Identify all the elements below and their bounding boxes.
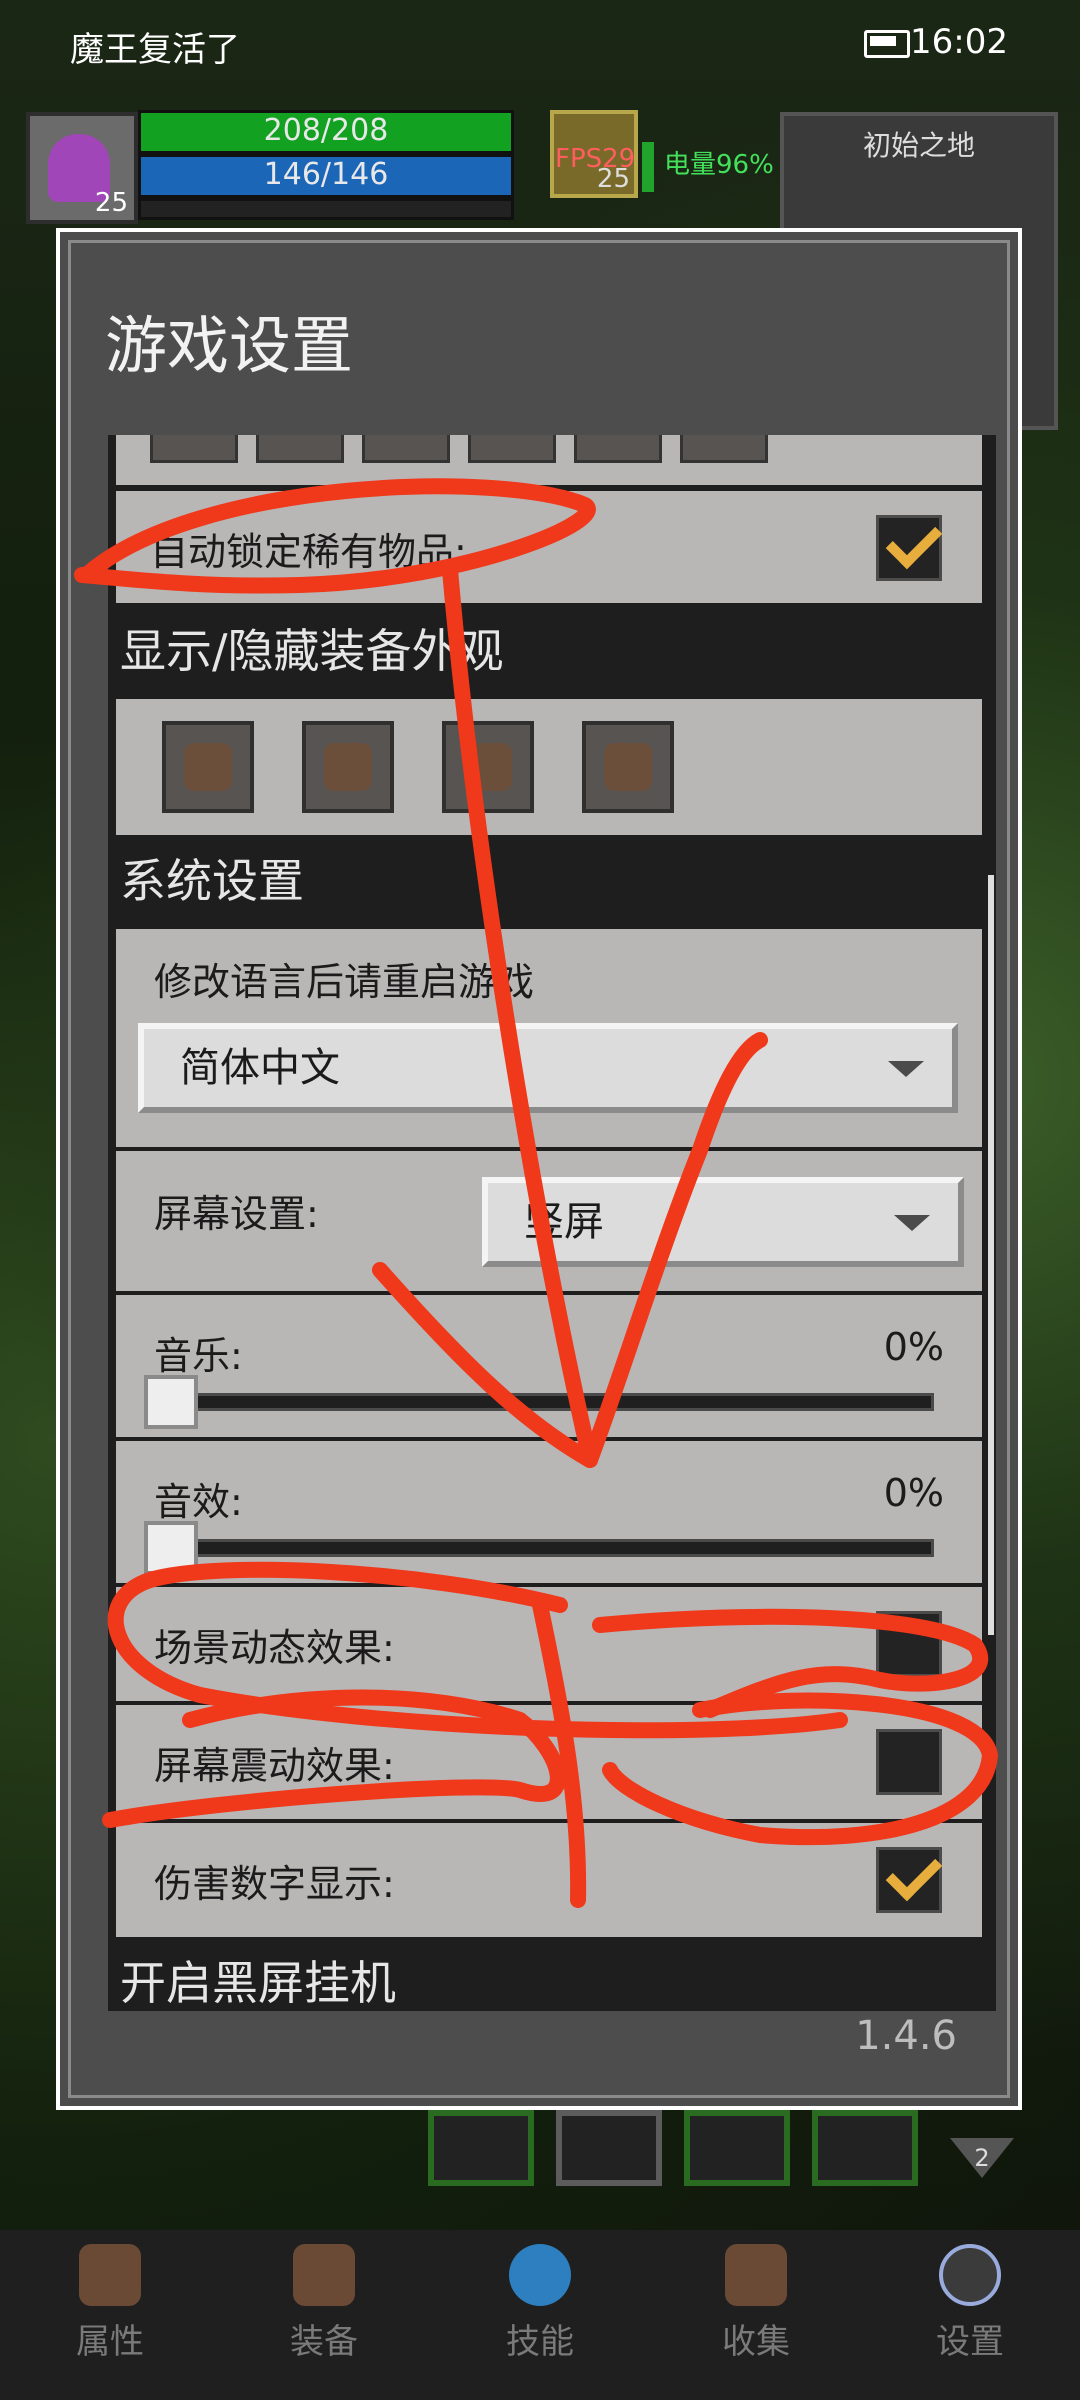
hp-bar: 208/208 — [138, 110, 514, 154]
map-name: 初始之地 — [862, 129, 975, 162]
skill-slot-icon[interactable] — [556, 2110, 662, 2186]
helmet-visibility-icon[interactable] — [162, 721, 254, 813]
skill-bar — [0, 2110, 1080, 2190]
equipment-slot-strip — [116, 435, 982, 485]
dialog-title: 游戏设置 — [105, 309, 354, 382]
scene-effects-row: 场景动态效果: — [116, 1587, 982, 1701]
fps-counter: FPS29 — [555, 144, 636, 174]
music-row: 音乐: 0% — [116, 1295, 982, 1437]
gloves-visibility-icon[interactable] — [442, 721, 534, 813]
language-select[interactable]: 简体中文 — [138, 1023, 958, 1113]
music-slider-handle[interactable] — [144, 1375, 198, 1429]
scrollbar[interactable] — [988, 875, 994, 1635]
screen-orientation-value: 竖屏 — [524, 1199, 604, 1245]
boots-visibility-icon[interactable] — [582, 721, 674, 813]
bottom-nav: 属性 装备 技能 收集 设置 — [0, 2230, 1080, 2400]
screen-shake-checkbox[interactable] — [876, 1729, 942, 1795]
nav-item-attributes[interactable]: 属性 — [50, 2244, 170, 2384]
game-settings-dialog: 游戏设置 自动锁定稀有物品: 显示/隐藏装备外观 系统设置 修改语言后请重启游戏… — [56, 228, 1022, 2110]
energy-bar — [642, 142, 654, 192]
chevron-down-icon — [894, 1215, 930, 1231]
section-display-equipment: 显示/隐藏装备外观 — [116, 607, 982, 695]
app-name: 魔王复活了 — [70, 30, 240, 70]
settings-scroll-panel[interactable]: 自动锁定稀有物品: 显示/隐藏装备外观 系统设置 修改语言后请重启游戏 简体中文 — [108, 435, 996, 2011]
mp-bar: 146/146 — [138, 154, 514, 198]
nav-item-skills[interactable]: 技能 — [480, 2244, 600, 2384]
screen-shake-row: 屏幕震动效果: — [116, 1705, 982, 1819]
equip-slot[interactable] — [468, 435, 556, 463]
damage-numbers-row: 伤害数字显示: — [116, 1823, 982, 1937]
music-label: 音乐: — [154, 1334, 243, 1378]
nav-label: 装备 — [290, 2322, 358, 2362]
music-slider[interactable] — [144, 1393, 934, 1411]
battery-readout: 电量96% — [664, 150, 774, 180]
language-hint: 修改语言后请重启游戏 — [154, 960, 535, 1004]
book-icon — [725, 2244, 787, 2306]
scene-effects-checkbox[interactable] — [876, 1611, 942, 1677]
nav-item-collection[interactable]: 收集 — [696, 2244, 816, 2384]
checkmark-icon — [885, 512, 943, 570]
player-level: 25 — [94, 188, 128, 218]
equip-slot[interactable] — [680, 435, 768, 463]
chevron-down-icon — [888, 1061, 924, 1077]
bag-icon — [293, 2244, 355, 2306]
clock: 16:02 — [910, 22, 1008, 62]
xp-bar — [138, 198, 514, 220]
skill-slot-icon[interactable] — [812, 2110, 918, 2186]
music-value: 0% — [883, 1325, 944, 1369]
equipment-visibility-row — [116, 699, 982, 835]
nav-label: 收集 — [722, 2322, 790, 2362]
game-hud: 25 208/208 146/146 25 FPS29 电量96% 初始之地 — [0, 100, 1080, 430]
language-row: 修改语言后请重启游戏 简体中文 — [116, 929, 982, 1147]
sfx-slider[interactable] — [144, 1539, 934, 1557]
auto-lock-rare-checkbox[interactable] — [876, 512, 943, 581]
battery-icon — [864, 30, 910, 58]
nav-item-equipment[interactable]: 装备 — [264, 2244, 384, 2384]
equip-slot[interactable] — [574, 435, 662, 463]
sfx-value: 0% — [883, 1471, 944, 1515]
nav-label: 属性 — [76, 2322, 144, 2362]
skill-slot-icon[interactable] — [428, 2110, 534, 2186]
auto-lock-rare-row: 自动锁定稀有物品: — [116, 491, 982, 603]
helmet-icon — [79, 2244, 141, 2306]
section-system-settings: 系统设置 — [116, 837, 982, 925]
player-avatar[interactable]: 25 — [26, 112, 138, 224]
screen-orientation-select[interactable]: 竖屏 — [482, 1177, 964, 1267]
equip-slot[interactable] — [256, 435, 344, 463]
screen-orientation-row: 屏幕设置: 竖屏 — [116, 1151, 982, 1291]
nav-label: 技能 — [506, 2322, 574, 2362]
checkmark-icon — [885, 1844, 943, 1902]
sfx-label: 音效: — [154, 1480, 243, 1524]
damage-numbers-label: 伤害数字显示: — [154, 1862, 395, 1906]
dialog-frame: 游戏设置 自动锁定稀有物品: 显示/隐藏装备外观 系统设置 修改语言后请重启游戏… — [68, 240, 1010, 2098]
version-label: 1.4.6 — [855, 2013, 957, 2059]
sfx-slider-handle[interactable] — [144, 1521, 198, 1575]
equip-slot[interactable] — [362, 435, 450, 463]
language-value: 简体中文 — [180, 1045, 340, 1091]
section-black-screen-title: 开启黑屏挂机 — [120, 1956, 396, 2010]
sfx-row: 音效: 0% — [116, 1441, 982, 1583]
section-black-screen-idle: 开启黑屏挂机 — [116, 1939, 982, 2011]
auto-lock-rare-label: 自动锁定稀有物品: — [150, 530, 467, 574]
scene-effects-label: 场景动态效果: — [154, 1626, 395, 1670]
armor-visibility-icon[interactable] — [302, 721, 394, 813]
section-system-title: 系统设置 — [120, 854, 304, 908]
equip-slot[interactable] — [150, 435, 238, 463]
section-display-title: 显示/隐藏装备外观 — [120, 624, 504, 678]
nav-label: 设置 — [936, 2322, 1004, 2362]
damage-numbers-checkbox[interactable] — [876, 1844, 943, 1913]
gear-icon — [939, 2244, 1001, 2306]
skill-slot-icon[interactable] — [684, 2110, 790, 2186]
skill-gem-icon — [509, 2244, 571, 2306]
screen-orientation-label: 屏幕设置: — [154, 1192, 319, 1236]
nav-item-settings[interactable]: 设置 — [910, 2244, 1030, 2384]
screen-shake-label: 屏幕震动效果: — [154, 1744, 395, 1788]
status-bar: 魔王复活了 16:02 — [0, 0, 1080, 88]
